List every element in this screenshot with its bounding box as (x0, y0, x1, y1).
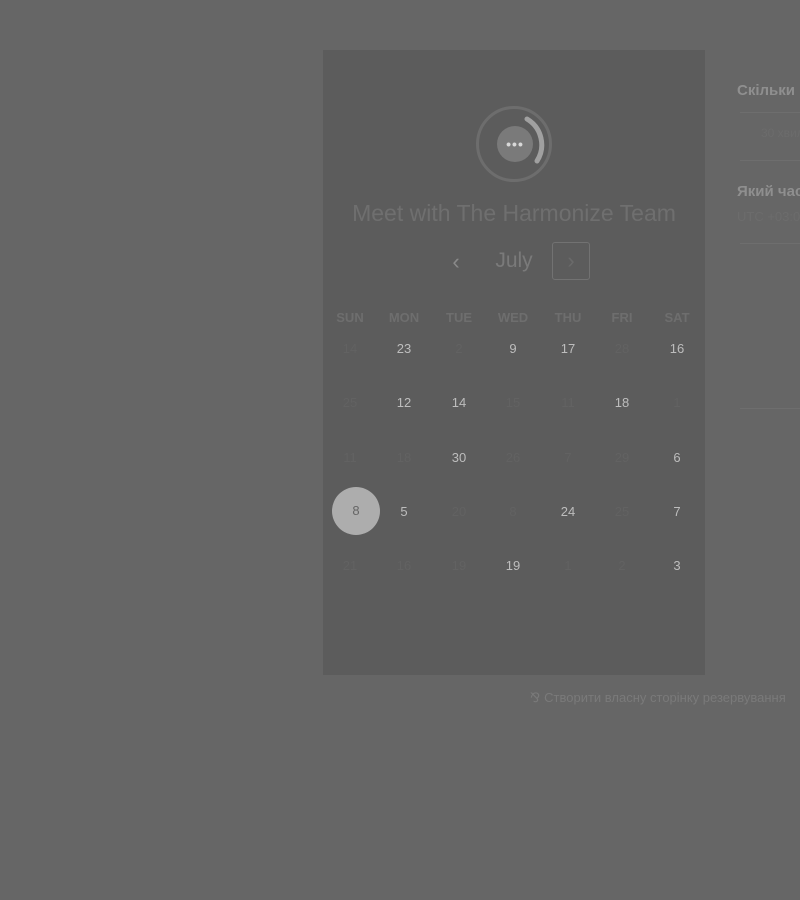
calendar-day-available[interactable]: 5 (377, 500, 431, 524)
weekday-label: SUN (336, 310, 364, 325)
calendar-day-available[interactable]: 3 (650, 554, 704, 578)
calendar-day-available[interactable]: 6 (650, 446, 704, 470)
hubspot-sprocket-icon: ⅋ (530, 690, 541, 705)
divider (740, 243, 800, 244)
calendar-day-unavailable: 16 (396, 558, 412, 573)
calendar-day-unavailable: 18 (396, 450, 412, 465)
calendar-day-unavailable: 20 (451, 504, 467, 519)
calendar-day-available[interactable]: 16 (650, 337, 704, 361)
calendar-day-unavailable: 2 (618, 558, 626, 573)
calendar-day-available[interactable]: 17 (541, 337, 595, 361)
duration-option[interactable]: 30 хвил (761, 126, 800, 140)
calendar-day-unavailable: 29 (614, 450, 630, 465)
calendar-day-available[interactable]: 30 (432, 446, 486, 470)
calendar-day-unavailable: 8 (509, 504, 517, 519)
weekday-label: SAT (664, 310, 690, 325)
calendar-day-unavailable: 1 (564, 558, 572, 573)
divider (740, 408, 800, 409)
calendar-day-unavailable: 11 (561, 395, 575, 410)
meeting-title: Meet with The Harmonize Team (352, 200, 676, 226)
create-booking-page-link[interactable]: ⅋ Створити власну сторінку резервування (530, 690, 786, 706)
calendar-day-available[interactable]: 18 (595, 391, 649, 415)
calendar-day-selected[interactable]: 8 (332, 487, 380, 535)
calendar-day-unavailable: 11 (343, 450, 357, 465)
timezone-selector[interactable]: UTC +03:0 (737, 209, 800, 224)
calendar-day-available[interactable]: 7 (650, 500, 704, 524)
calendar-day-unavailable: 28 (614, 341, 630, 356)
calendar-day-unavailable: 26 (505, 450, 521, 465)
calendar-day-unavailable: 25 (342, 395, 358, 410)
calendar-day-unavailable: 21 (342, 558, 358, 573)
calendar-day-unavailable: 15 (505, 395, 521, 410)
calendar-day-available[interactable]: 24 (541, 500, 595, 524)
chat-bubble-icon: ••• (497, 126, 533, 162)
time-question: Який час (737, 183, 800, 200)
calendar-day-available[interactable]: 12 (377, 391, 431, 415)
weekday-label: MON (388, 310, 420, 325)
weekday-label: FRI (611, 310, 633, 325)
calendar-day-unavailable: 1 (673, 395, 681, 410)
weekday-label: WED (497, 310, 529, 325)
calendar-day-available[interactable]: 9 (486, 337, 540, 361)
divider (740, 112, 800, 113)
prev-month-button[interactable]: ‹ (446, 248, 466, 276)
next-month-button[interactable]: › (552, 242, 590, 280)
calendar-day-unavailable: 7 (564, 450, 572, 465)
weekday-label: TUE (446, 310, 472, 325)
divider (740, 160, 800, 161)
calendar-day-available[interactable]: 14 (432, 391, 486, 415)
calendar-day-unavailable: 14 (342, 341, 358, 356)
calendar-day-unavailable: 25 (614, 504, 630, 519)
weekday-label: THU (554, 310, 582, 325)
calendar-day-available[interactable]: 19 (486, 554, 540, 578)
calendar-day-unavailable: 2 (455, 341, 463, 356)
month-label: July (495, 249, 533, 272)
calendar-day-available[interactable]: 23 (377, 337, 431, 361)
calendar-day-unavailable: 19 (451, 558, 467, 573)
duration-question: Скільки (737, 82, 795, 99)
footer-link-text: Створити власну сторінку резервування (544, 690, 786, 705)
